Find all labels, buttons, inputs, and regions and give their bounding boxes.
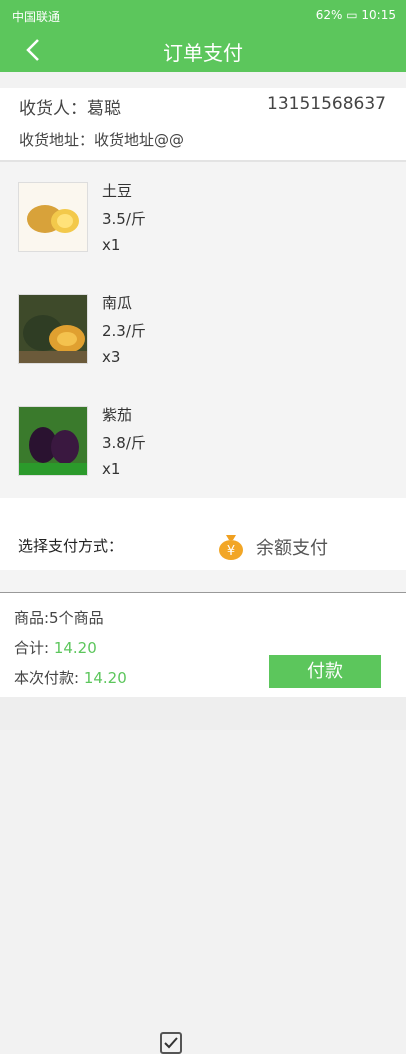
list-item[interactable]: 南瓜 2.3/斤 x3 — [0, 274, 406, 384]
item-name: 南瓜 — [102, 294, 133, 312]
item-list: 土豆 3.5/斤 x1 南瓜 2.3/斤 x3 紫茄 3.8/斤 x1 — [0, 162, 406, 498]
payment-amount-label: 本次付款: — [14, 669, 84, 687]
total-line: 合计: 14.20 — [14, 637, 97, 658]
total-value: 14.20 — [53, 639, 97, 657]
item-qty: x1 — [102, 460, 121, 478]
item-name: 紫茄 — [102, 406, 133, 424]
list-item[interactable]: 土豆 3.5/斤 x1 — [0, 162, 406, 272]
recipient-name: 收货人：葛聪 — [19, 99, 121, 119]
time-label: 10:15 — [361, 8, 396, 22]
check-icon — [164, 1037, 178, 1049]
item-name: 土豆 — [102, 182, 133, 200]
carrier-label: 中国联通 — [12, 10, 61, 24]
page-title: 订单支付 — [163, 41, 243, 65]
status-right: 62% ▭ 10:15 — [316, 8, 396, 22]
total-label: 合计: — [14, 639, 54, 657]
list-item[interactable]: 紫茄 3.8/斤 x1 — [0, 386, 406, 496]
battery-label: 62% — [315, 8, 343, 22]
pumpkin-thumbnail — [18, 294, 88, 364]
item-qty: x3 — [102, 348, 121, 366]
battery-icon: ▭ — [346, 8, 358, 22]
order-summary: 商品:5个商品 合计: 14.20 本次付款: 14.20 付款 — [0, 593, 406, 697]
item-qty: x1 — [102, 236, 121, 254]
potato-thumbnail — [18, 182, 88, 252]
recipient-address: 收货地址：收货地址@@ — [19, 131, 185, 149]
payment-section: 选择支付方式： ¥ 余额支付 — [0, 498, 406, 1054]
svg-text:¥: ¥ — [227, 544, 235, 559]
item-price: 3.8/斤 — [102, 434, 146, 452]
eggplant-thumbnail — [18, 406, 88, 476]
recipient-phone: 13151568637 — [267, 94, 386, 114]
item-price: 2.3/斤 — [102, 322, 146, 340]
bottom-area — [0, 697, 406, 730]
payment-method-label: 选择支付方式： — [18, 537, 124, 555]
address-section[interactable]: 收货人：葛聪 13151568637 收货地址：收货地址@@ — [0, 88, 406, 160]
payment-line: 本次付款: 14.20 — [14, 667, 127, 688]
payment-amount-value: 14.20 — [83, 669, 127, 687]
top-bar: 订单支付 — [0, 30, 406, 72]
goods-count: 商品:5个商品 — [14, 609, 104, 627]
balance-pay-checkbox[interactable] — [160, 1032, 182, 1054]
money-bag-icon: ¥ — [218, 532, 244, 560]
spacer — [0, 570, 406, 592]
status-bar: 中国联通 62% ▭ 10:15 — [0, 0, 406, 30]
pay-button[interactable]: 付款 — [269, 655, 381, 688]
item-price: 3.5/斤 — [102, 210, 146, 228]
balance-pay-label[interactable]: 余额支付 — [256, 534, 328, 560]
